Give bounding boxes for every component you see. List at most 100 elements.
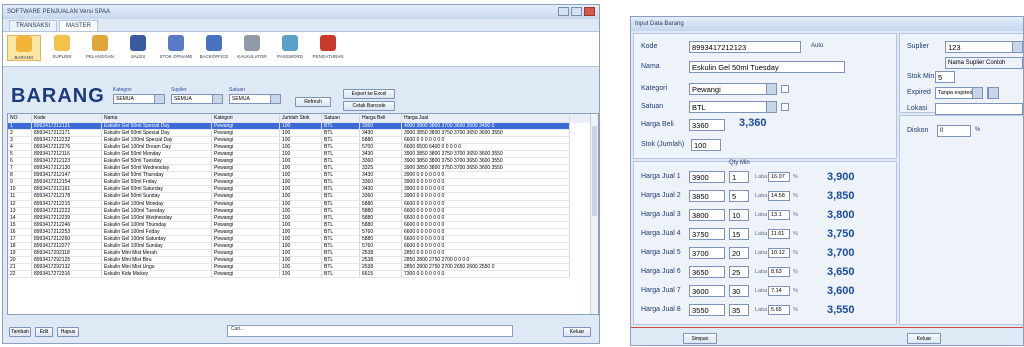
print-barcode-button[interactable]: Cetak Barcode bbox=[343, 101, 395, 111]
table-scrollbar[interactable] bbox=[590, 114, 598, 314]
close-button[interactable] bbox=[584, 7, 595, 16]
table-row[interactable]: 13 8993417212222 Eskulin Gel 100ml Tuesday… bbox=[8, 207, 598, 215]
qty-min-input[interactable]: 30 bbox=[729, 285, 749, 297]
qty-min-input[interactable]: 25 bbox=[729, 266, 749, 278]
satuan-add-checkbox[interactable] bbox=[781, 103, 789, 111]
ribbon-barang-button[interactable]: BARANG bbox=[7, 35, 41, 61]
table-row[interactable]: 8 8993417212147 Eskulin Gel 50ml Thursday P… bbox=[8, 172, 598, 180]
delete-button[interactable]: Hapus bbox=[57, 327, 79, 337]
refresh-button[interactable]: Refresh bbox=[295, 97, 331, 107]
table-row[interactable]: 18 8993417212277 Eskulin Gel 100ml Sunday P… bbox=[8, 242, 598, 250]
table-row[interactable]: 16 8993417212253 Eskulin Gel 100ml Friday P… bbox=[8, 228, 598, 236]
qty-min-input[interactable]: 35 bbox=[729, 304, 749, 316]
search-input[interactable]: Cari... bbox=[227, 325, 513, 337]
column-header[interactable]: Kode bbox=[32, 114, 102, 123]
ribbon-stok-opname-button[interactable]: STOK OPNAME bbox=[159, 35, 193, 59]
table-row[interactable]: 7 8993417212130 Eskulin Gel 50ml Wednesday… bbox=[8, 165, 598, 173]
suplier-select[interactable]: SEMUA bbox=[171, 94, 223, 104]
harga-beli-input[interactable]: 3360 bbox=[689, 119, 725, 131]
diskon-input[interactable]: 0 bbox=[937, 125, 971, 137]
column-header[interactable]: NO bbox=[8, 114, 32, 123]
table-row[interactable]: 12 8993417212215 Eskulin Gel 100ml Monday P… bbox=[8, 200, 598, 208]
harga-jual-input[interactable]: 3650 bbox=[689, 266, 725, 278]
stok-min-input[interactable]: 5 bbox=[935, 71, 955, 83]
harga-jual-input[interactable]: 3550 bbox=[689, 304, 725, 316]
laba-input[interactable]: 11.61 bbox=[768, 229, 790, 239]
ribbon-sales-button[interactable]: SALES bbox=[121, 35, 155, 59]
edit-button[interactable]: Edit bbox=[35, 327, 53, 337]
column-header[interactable]: Harga Beli bbox=[360, 114, 402, 123]
harga-jual-input[interactable]: 3800 bbox=[689, 209, 725, 221]
expired-date-picker[interactable] bbox=[987, 87, 999, 99]
column-header[interactable]: Satuan bbox=[322, 114, 360, 123]
kategori-add-checkbox[interactable] bbox=[781, 85, 789, 93]
ribbon-password-button[interactable]: PASSWORD bbox=[273, 35, 307, 59]
tab-master[interactable]: MASTER bbox=[59, 20, 99, 31]
table-row[interactable]: 19 8993417292118 Eskulin Mini Mist Merah Pe… bbox=[8, 249, 598, 257]
exit-button[interactable]: Keluar bbox=[907, 333, 941, 344]
table-row[interactable]: 22 8993417272316 Eskulin Kids Mickey Pewang… bbox=[8, 270, 598, 279]
table-row[interactable]: 21 8993417292132 Eskulin Mini Mist Ungu Pew… bbox=[8, 263, 598, 271]
table-row[interactable]: 2 8993417212171 Eskulin Gel 50ml Special D… bbox=[8, 130, 598, 138]
qty-min-input[interactable]: 10 bbox=[729, 209, 749, 221]
harga-jual-input[interactable]: 3850 bbox=[689, 190, 725, 202]
laba-input[interactable]: 14.58 bbox=[768, 191, 790, 201]
laba-input[interactable]: 8.63 bbox=[768, 267, 790, 277]
table-cell: Pewangi bbox=[212, 214, 280, 222]
harga-jual-input[interactable]: 3600 bbox=[689, 285, 725, 297]
table-row[interactable]: 15 8993417212246 Eskulin Gel 100ml Thursda… bbox=[8, 221, 598, 229]
table-row[interactable]: 11 8993417212178 Eskulin Gel 50ml Sunday Pe… bbox=[8, 193, 598, 201]
harga-jual-input[interactable]: 3750 bbox=[689, 228, 725, 240]
column-header[interactable]: Harga Jual bbox=[402, 114, 570, 123]
table-row[interactable]: 3 8993417212232 Eskulin Gel 100ml Special … bbox=[8, 137, 598, 145]
column-header[interactable]: Kategori bbox=[212, 114, 280, 123]
laba-input[interactable]: 10.12 bbox=[768, 248, 790, 258]
table-cell: 100 bbox=[280, 242, 322, 250]
lokasi-input[interactable] bbox=[935, 103, 1023, 115]
maximize-button[interactable] bbox=[571, 7, 582, 16]
stok-input[interactable]: 100 bbox=[691, 139, 721, 151]
table-row[interactable]: 5 8993417212116 Eskulin Gel 50ml Monday Pew… bbox=[8, 151, 598, 159]
table-row[interactable]: 6 8993417212123 Eskulin Gel 50ml Tuesday Pe… bbox=[8, 158, 598, 166]
exit-button[interactable]: Keluar bbox=[563, 327, 591, 337]
ribbon-suplier-button[interactable]: SUPLIER bbox=[45, 35, 79, 59]
table-row[interactable]: 20 8993417292125 Eskulin Mini Mist Biru Pew… bbox=[8, 256, 598, 264]
export-excel-button[interactable]: Export ke Excel bbox=[343, 89, 395, 99]
table-row[interactable]: 10 8993417212161 Eskulin Gel 50ml Saturday… bbox=[8, 186, 598, 194]
kode-input[interactable]: 8993417212123 bbox=[689, 41, 801, 53]
nama-input[interactable]: Eskulin Gel 50ml Tuesday bbox=[689, 61, 845, 73]
add-button[interactable]: Tambah bbox=[9, 327, 31, 337]
table-row[interactable]: 17 8993417212260 Eskulin Gel 100ml Saturda… bbox=[8, 235, 598, 243]
save-button[interactable]: Simpan bbox=[683, 333, 717, 344]
kategori-select[interactable]: SEMUA bbox=[113, 94, 165, 104]
table-cell: BTL bbox=[322, 144, 360, 152]
minimize-button[interactable] bbox=[558, 7, 569, 16]
ribbon-backoffice-button[interactable]: BACKOFFICE bbox=[197, 35, 231, 59]
laba-input[interactable]: 13.1 bbox=[768, 210, 790, 220]
barang-table[interactable]: NO Kode Nama Kategori Jumlah Stok Satuan Harga… bbox=[7, 113, 599, 315]
qty-min-input[interactable]: 20 bbox=[729, 247, 749, 259]
table-row[interactable]: 1 8993417212121 Eskulin Gel 50ml Special D… bbox=[8, 123, 598, 131]
column-header[interactable]: Jumlah Stok bbox=[280, 114, 322, 123]
laba-input[interactable]: 5.65 bbox=[768, 305, 790, 315]
ribbon-pengaturan-button[interactable]: PENGATURAN bbox=[311, 35, 345, 59]
laba-input[interactable]: 16.07 bbox=[768, 172, 790, 182]
laba-input[interactable]: 7.14 bbox=[768, 286, 790, 296]
harga-jual-input[interactable]: 3700 bbox=[689, 247, 725, 259]
suplier-select[interactable]: 123 bbox=[945, 41, 1023, 53]
column-header[interactable]: Nama bbox=[102, 114, 212, 123]
qty-min-input[interactable]: 15 bbox=[729, 228, 749, 240]
table-row[interactable]: 4 8993417212276 Eskulin Gel 100ml Dream Da… bbox=[8, 144, 598, 152]
qty-min-input[interactable]: 5 bbox=[729, 190, 749, 202]
table-row[interactable]: 9 8993417212154 Eskulin Gel 50ml Friday Pew… bbox=[8, 179, 598, 187]
tab-transaksi[interactable]: TRANSAKSI bbox=[9, 20, 58, 31]
ribbon-pelanggan-button[interactable]: PELANGGAN bbox=[83, 35, 117, 59]
kategori-select[interactable]: Pewangi bbox=[689, 83, 777, 95]
qty-min-input[interactable]: 1 bbox=[729, 171, 749, 183]
ribbon-kalkulator-button[interactable]: KALKULATOR bbox=[235, 35, 269, 59]
satuan-select[interactable]: BTL bbox=[689, 101, 777, 113]
harga-jual-input[interactable]: 3900 bbox=[689, 171, 725, 183]
expired-select[interactable]: Tanpa expired bbox=[935, 87, 983, 99]
table-row[interactable]: 14 8993417212239 Eskulin Gel 100ml Wednesd… bbox=[8, 214, 598, 222]
satuan-select[interactable]: SEMUA bbox=[229, 94, 281, 104]
